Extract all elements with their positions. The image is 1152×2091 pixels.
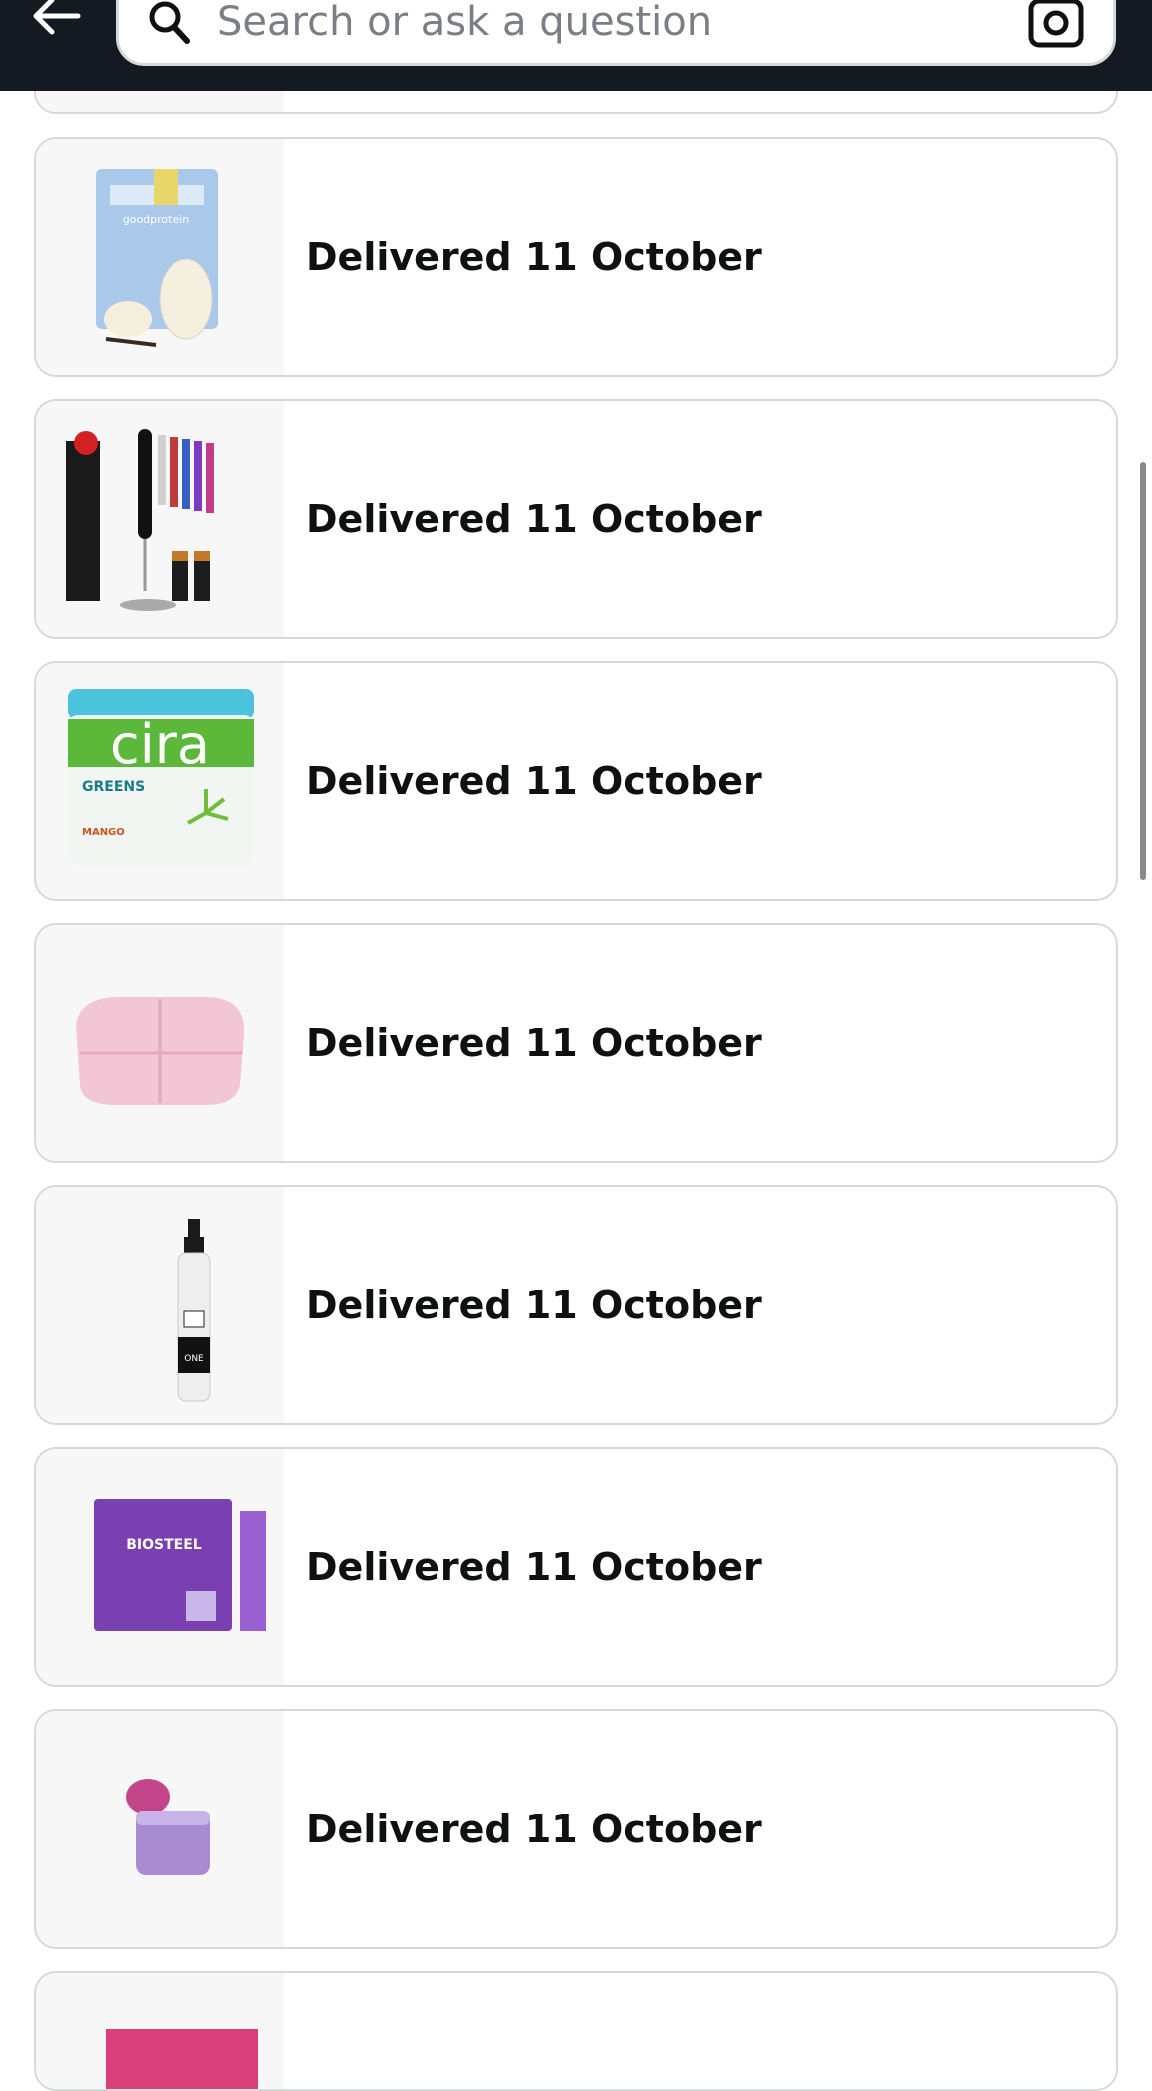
order-status: Delivered 11 October: [306, 1545, 762, 1589]
order-status: Delivered 11 October: [306, 759, 762, 803]
order-status: Delivered 11 October: [306, 1283, 762, 1327]
order-status: Delivered 11 October: [306, 497, 762, 541]
product-image-redken-spray: ONE: [36, 1187, 284, 1423]
svg-text:GREENS: GREENS: [82, 779, 145, 795]
search-input[interactable]: Search or ask a question: [116, 0, 1116, 66]
product-image-laneige: [36, 1711, 284, 1947]
order-card[interactable]: BIOSTEEL Delivered 11 October: [34, 1447, 1118, 1687]
search-icon: [149, 1, 190, 44]
svg-text:goodprotein: goodprotein: [123, 213, 190, 226]
order-status: Delivered 11 October: [306, 1021, 762, 1065]
scrollbar[interactable]: [1140, 462, 1146, 880]
search-placeholder: Search or ask a question: [217, 0, 713, 45]
top-header: Search or ask a question: [0, 0, 1152, 91]
order-status: Delivered 11 October: [306, 1807, 762, 1851]
arrow-left-icon: [33, 0, 81, 35]
product-image-goodprotein: goodprotein: [36, 139, 284, 375]
order-card[interactable]: Delivered 11 October: [34, 923, 1118, 1163]
svg-text:MANGO: MANGO: [82, 827, 125, 838]
svg-text:cira: cira: [110, 713, 210, 776]
order-card[interactable]: cira GREENS MANGO Delivered 11 October: [34, 661, 1118, 901]
svg-text:ONE: ONE: [184, 1354, 204, 1364]
camera-lens-icon[interactable]: [1027, 0, 1085, 49]
order-card[interactable]: goodprotein Delivered 11 October: [34, 137, 1118, 377]
back-button[interactable]: [28, 0, 84, 38]
product-image-cira-greens: cira GREENS MANGO: [36, 663, 284, 899]
order-card[interactable]: Delivered 11 October: [34, 1709, 1118, 1949]
order-card-partial-bottom[interactable]: [34, 1971, 1118, 2091]
product-image: [36, 1973, 284, 2089]
product-image-milk-frother: [36, 401, 284, 637]
product-image-biosteel: BIOSTEEL: [36, 1449, 284, 1685]
svg-text:BIOSTEEL: BIOSTEEL: [126, 1537, 202, 1553]
order-card[interactable]: ONE Delivered 11 October: [34, 1185, 1118, 1425]
order-card[interactable]: Delivered 11 October: [34, 399, 1118, 639]
order-status: Delivered 11 October: [306, 235, 762, 279]
product-image-pink-pouch: [36, 925, 284, 1161]
